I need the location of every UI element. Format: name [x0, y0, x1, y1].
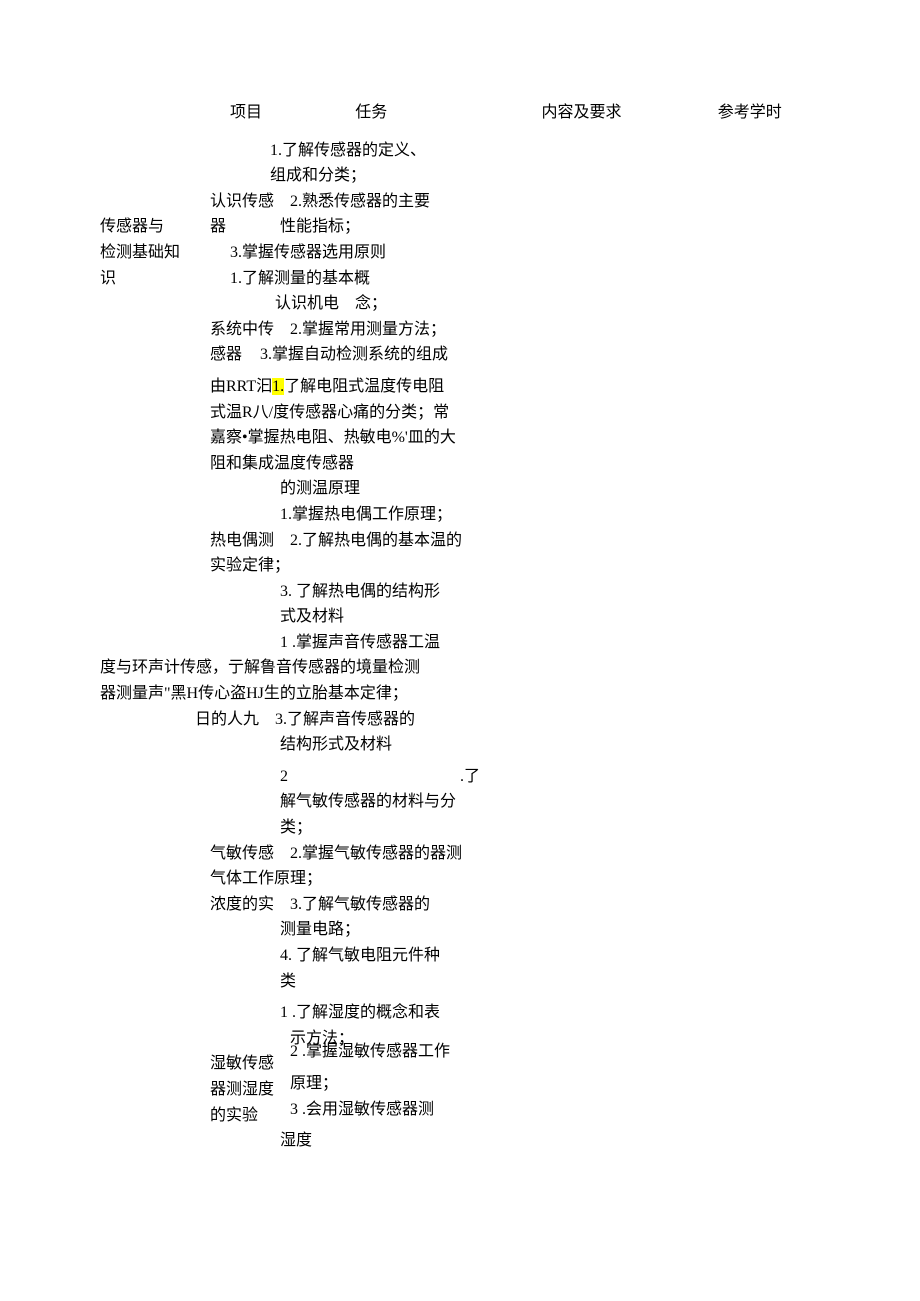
- content-line: 2.了解热电偶的基本温的: [290, 528, 462, 554]
- content-line: 气体工作原理；: [210, 866, 820, 892]
- content-line: 湿度: [280, 1128, 820, 1154]
- content-line: 念；: [355, 291, 387, 317]
- content-line: 测量电路；: [280, 917, 820, 943]
- content-line: 实验定律；: [210, 553, 820, 579]
- table-header-row: 项目 任务 内容及要求 参考学时: [100, 100, 820, 126]
- header-project: 项目: [230, 100, 315, 126]
- content-line: 度与环声计传感，亍解鲁音传感器的境量检测: [100, 655, 820, 681]
- section-4: 1 .了解湿度的概念和表 示方法； 湿敏传感 2 .掌握湿敏传感器工作 器测湿度…: [100, 1000, 820, 1154]
- content-line: 1 .掌握声音传感器工温: [280, 630, 820, 656]
- content-line: 解气敏传感器的材料与分: [280, 789, 820, 815]
- task-label: 的实验: [210, 1103, 290, 1129]
- task-label: 器: [210, 214, 250, 240]
- content-line: 阻和集成温度传感器: [210, 451, 820, 477]
- document-page: 项目 任务 内容及要求 参考学时 1.了解传感器的定义、 组成和分类； 认识传感…: [0, 0, 920, 1214]
- task-label: 认识机电: [275, 291, 355, 317]
- text-fragment: 由RRT汩: [210, 378, 272, 395]
- table-body: 1.了解传感器的定义、 组成和分类； 认识传感 2.熟悉传感器的主要 传感器与 …: [100, 138, 820, 1154]
- content-line: 3.掌握自动检测系统的组成: [260, 342, 448, 368]
- task-label: 热电偶测: [210, 528, 290, 554]
- content-line: 2.熟悉传感器的主要: [290, 189, 430, 215]
- content-line: 1.了解测量的基本概: [230, 266, 370, 292]
- content-line: 1.了解传感器的定义、: [270, 138, 820, 164]
- task-label: 气敏传感: [210, 841, 290, 867]
- project-label: 传感器与: [100, 214, 210, 240]
- content-line: 3 .会用湿敏传感器测: [290, 1097, 434, 1123]
- content-line: 3.了解气敏传感器的: [290, 892, 430, 918]
- content-line: 式及材料: [280, 604, 820, 630]
- content-line: 1 .了解湿度的概念和表: [280, 1000, 820, 1026]
- content-line: 4. 了解气敏电阻元件种: [280, 943, 820, 969]
- header-content: 内容及要求: [541, 100, 677, 126]
- content-line: 结构形式及材料: [280, 732, 820, 758]
- content-line: 组成和分类；: [270, 163, 820, 189]
- content-line: 嘉察•掌握热电阻、热敏电%'皿的大: [210, 425, 820, 451]
- content-line: 3. 了解热电偶的结构形: [280, 579, 820, 605]
- task-label: 湿敏传感: [210, 1051, 290, 1077]
- task-label: 日的人九: [195, 707, 275, 733]
- task-label: 浓度的实: [210, 892, 290, 918]
- content-line: 类；: [280, 815, 820, 841]
- content-line: 原理；: [290, 1071, 338, 1097]
- content-line: 3.掌握传感器选用原则: [230, 240, 386, 266]
- section-3: 2 .了 解气敏传感器的材料与分 类； 气敏传感 2.掌握气敏传感器的器测 气体…: [100, 764, 820, 994]
- section-2: 由RRT汩1.了解电阻式温度传电阻 式温R八/度传感器心痛的分类；常 嘉察•掌握…: [100, 374, 820, 758]
- content-line: 类: [280, 969, 820, 995]
- text-fragment: 2: [280, 764, 295, 790]
- task-label: 认识传感: [210, 189, 290, 215]
- content-line: 2.掌握常用测量方法；: [290, 317, 446, 343]
- text-fragment: 了解电阻式温度传电阻: [284, 378, 444, 395]
- project-label: 识: [100, 266, 130, 292]
- content-line: 性能指标；: [280, 214, 360, 240]
- task-label: 器测湿度: [210, 1077, 290, 1103]
- section-1: 1.了解传感器的定义、 组成和分类； 认识传感 2.熟悉传感器的主要 传感器与 …: [100, 138, 820, 368]
- content-line: 式温R八/度传感器心痛的分类；常: [210, 400, 820, 426]
- content-line: 的测温原理: [280, 476, 820, 502]
- content-line: 2.掌握气敏传感器的器测: [290, 841, 462, 867]
- project-label: 检测基础知: [100, 240, 210, 266]
- header-hours: 参考学时: [718, 100, 820, 126]
- task-label: 系统中传: [210, 317, 290, 343]
- content-line: 1.掌握热电偶工作原理；: [280, 502, 820, 528]
- content-line: 3.了解声音传感器的: [275, 707, 415, 733]
- text-fragment: .了: [460, 764, 480, 790]
- content-line: 器测量声"黑H传心盗HJ生的立胎基本定律；: [100, 681, 820, 707]
- highlighted-text: 1.: [272, 378, 284, 395]
- task-label: 感器: [210, 342, 260, 368]
- header-task: 任务: [355, 100, 491, 126]
- content-line: 由RRT汩1.了解电阻式温度传电阻: [210, 374, 444, 400]
- content-line: 2 .掌握湿敏传感器工作: [290, 1039, 450, 1065]
